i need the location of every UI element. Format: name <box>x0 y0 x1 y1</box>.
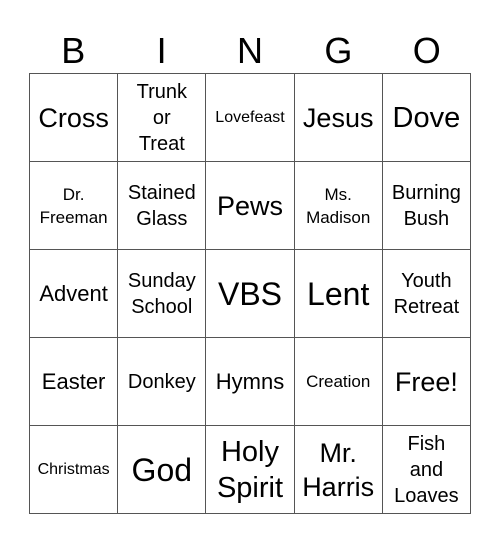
bingo-cell[interactable]: Lent <box>294 250 383 338</box>
cell-text: Youth Retreat <box>393 269 460 318</box>
cell-text: Fish and Loaves <box>394 432 459 507</box>
cell-text: Trunk or Treat <box>136 80 187 155</box>
cell-text: God <box>131 451 193 488</box>
bingo-header: B I N G O <box>29 28 471 73</box>
bingo-cell[interactable]: Advent <box>30 250 119 338</box>
header-letter-o: O <box>412 30 441 71</box>
bingo-cell[interactable]: Trunk or Treat <box>118 74 207 162</box>
bingo-cell[interactable]: Hymns <box>206 338 295 426</box>
cell-text: Stained Glass <box>127 181 196 230</box>
bingo-cell[interactable]: Sunday School <box>118 250 207 338</box>
cell-text: Ms. Madison <box>306 184 371 227</box>
bingo-cell[interactable]: Dr. Freeman <box>30 162 119 250</box>
bingo-cell[interactable]: Holy Spirit <box>206 426 295 514</box>
header-letter-b: B <box>61 30 86 71</box>
bingo-cell[interactable]: Jesus <box>294 74 383 162</box>
bingo-cell[interactable]: Ms. Madison <box>294 162 383 250</box>
bingo-cell[interactable]: Mr. Harris <box>294 426 383 514</box>
cell-text: Donkey <box>127 370 196 393</box>
bingo-cell[interactable]: Donkey <box>118 338 207 426</box>
cell-text: Advent <box>39 280 108 306</box>
bingo-cell[interactable]: God <box>118 426 207 514</box>
cell-text: Burning Bush <box>391 181 461 230</box>
cell-text: Dr. Freeman <box>39 184 108 227</box>
cell-text: Jesus <box>302 102 374 133</box>
bingo-cell[interactable]: Fish and Loaves <box>382 426 471 514</box>
bingo-cell[interactable]: Easter <box>30 338 119 426</box>
bingo-cell[interactable]: Burning Bush <box>382 162 471 250</box>
header-letter-n: N <box>236 30 263 71</box>
cell-text: Free! <box>394 366 458 397</box>
cell-text: Mr. Harris <box>302 437 375 502</box>
cell-text: Lent <box>307 275 370 312</box>
cell-text: Easter <box>41 368 106 394</box>
cell-text: Sunday School <box>127 269 196 318</box>
cell-text: Christmas <box>37 460 110 478</box>
bingo-cell[interactable]: Christmas <box>30 426 119 514</box>
header-letter-i: I <box>156 30 167 71</box>
cell-text: VBS <box>217 275 282 312</box>
cell-text: Creation <box>306 372 371 391</box>
bingo-cell[interactable]: Dove <box>382 74 471 162</box>
cell-text: Cross <box>38 102 109 133</box>
bingo-cell[interactable]: VBS <box>206 250 295 338</box>
cell-text: Dove <box>392 101 461 134</box>
bingo-cell free-space[interactable]: Free! <box>382 338 471 426</box>
bingo-cell[interactable]: Lovefeast <box>206 74 295 162</box>
bingo-card-grid: Cross Trunk or Treat Lovefeast Jesus Dov… <box>29 73 471 514</box>
cell-text: Holy Spirit <box>216 435 284 504</box>
bingo-cell[interactable]: Cross <box>30 74 119 162</box>
cell-text: Lovefeast <box>215 108 285 126</box>
cell-text: Hymns <box>215 368 285 394</box>
bingo-cell[interactable]: Stained Glass <box>118 162 207 250</box>
bingo-cell[interactable]: Youth Retreat <box>382 250 471 338</box>
cell-text: Pews <box>216 190 283 221</box>
bingo-cell[interactable]: Pews <box>206 162 295 250</box>
bingo-cell[interactable]: Creation <box>294 338 383 426</box>
header-letter-g: G <box>324 30 353 71</box>
